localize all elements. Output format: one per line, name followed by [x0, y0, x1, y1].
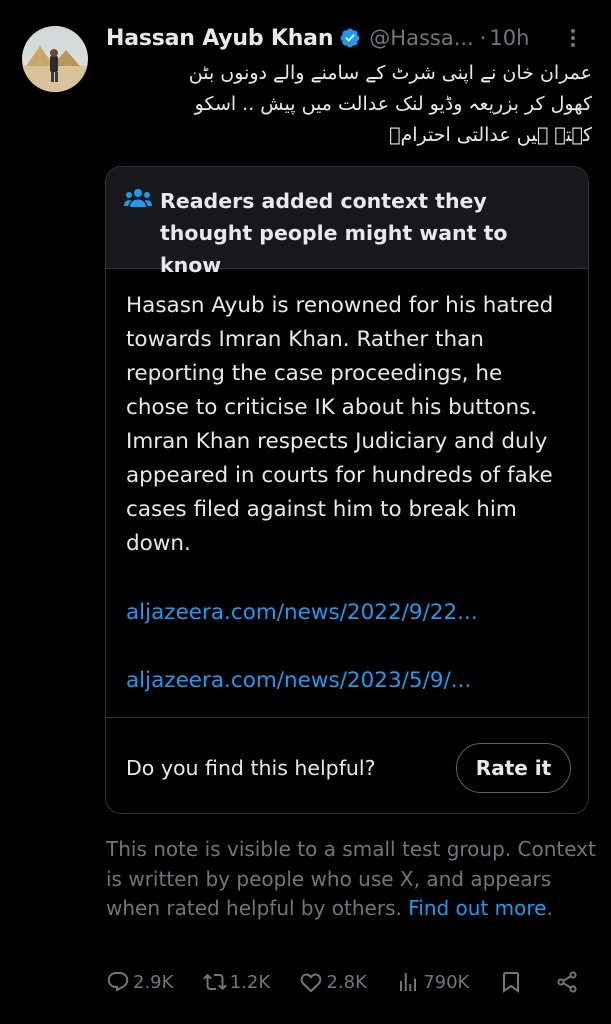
tweet-text: عمران خان نے اپنی شرٹ کے سامنے والے دونو… — [106, 58, 592, 151]
community-note-title: Readers added context they thought peopl… — [160, 189, 508, 277]
share-button[interactable] — [555, 970, 582, 994]
author-handle[interactable]: @Hassa... — [369, 26, 473, 50]
tweet-text-line: عمران خان نے اپنی شرٹ کے سامنے والے دونو… — [188, 62, 592, 84]
view-count: 790K — [423, 971, 470, 993]
helpful-prompt: Do you find this helpful? — [126, 756, 376, 780]
footnote-period: . — [546, 896, 553, 920]
like-icon — [301, 973, 322, 993]
community-note: Readers added context they thought peopl… — [105, 166, 589, 814]
note-footnote: This note is visible to a small test gro… — [106, 835, 596, 924]
tweet-text-line: کھول کر بزریعہ وڈیو لنک عدالت میں پیش ..… — [194, 93, 592, 115]
verified-badge-icon — [340, 28, 360, 48]
action-bar: 2.9K 1.2K 2.8K 790K — [106, 964, 582, 1000]
views-button[interactable]: 790K — [396, 970, 469, 994]
tweet-text-line: کہتے ہیں عدالتی احترامؑ — [389, 124, 592, 146]
timestamp[interactable]: 10h — [489, 26, 529, 50]
reply-button[interactable]: 2.9K — [106, 970, 173, 994]
divider — [106, 717, 588, 718]
more-icon[interactable] — [561, 26, 585, 50]
author-name[interactable]: Hassan Ayub Khan — [106, 26, 333, 51]
repost-icon — [202, 973, 227, 991]
like-count: 2.8K — [326, 971, 367, 993]
like-button[interactable]: 2.8K — [299, 970, 367, 994]
reply-icon — [107, 972, 129, 992]
bookmark-button[interactable] — [499, 970, 526, 994]
source-link-2[interactable]: aljazeera.com/news/2023/5/9/... — [126, 664, 471, 698]
community-note-body: Hasasn Ayub is renowned for his hatred t… — [126, 293, 554, 556]
avatar-photo — [22, 26, 88, 92]
rate-it-button[interactable]: Rate it — [456, 743, 571, 793]
avatar[interactable] — [22, 26, 88, 92]
reply-count: 2.9K — [133, 971, 174, 993]
repost-count: 1.2K — [229, 971, 271, 993]
find-out-more-link[interactable]: Find out more — [408, 896, 546, 920]
share-icon — [557, 971, 577, 993]
separator-dot: · — [479, 26, 487, 50]
bookmark-icon — [502, 972, 519, 993]
people-icon — [124, 189, 152, 207]
repost-button[interactable]: 1.2K — [202, 970, 271, 994]
community-note-header: Readers added context they thought peopl… — [106, 167, 588, 277]
source-link-1[interactable]: aljazeera.com/news/2022/9/22... — [126, 596, 478, 630]
views-icon — [400, 973, 417, 991]
tweet-header: Hassan Ayub Khan @Hassa... · 10h — [106, 22, 589, 54]
